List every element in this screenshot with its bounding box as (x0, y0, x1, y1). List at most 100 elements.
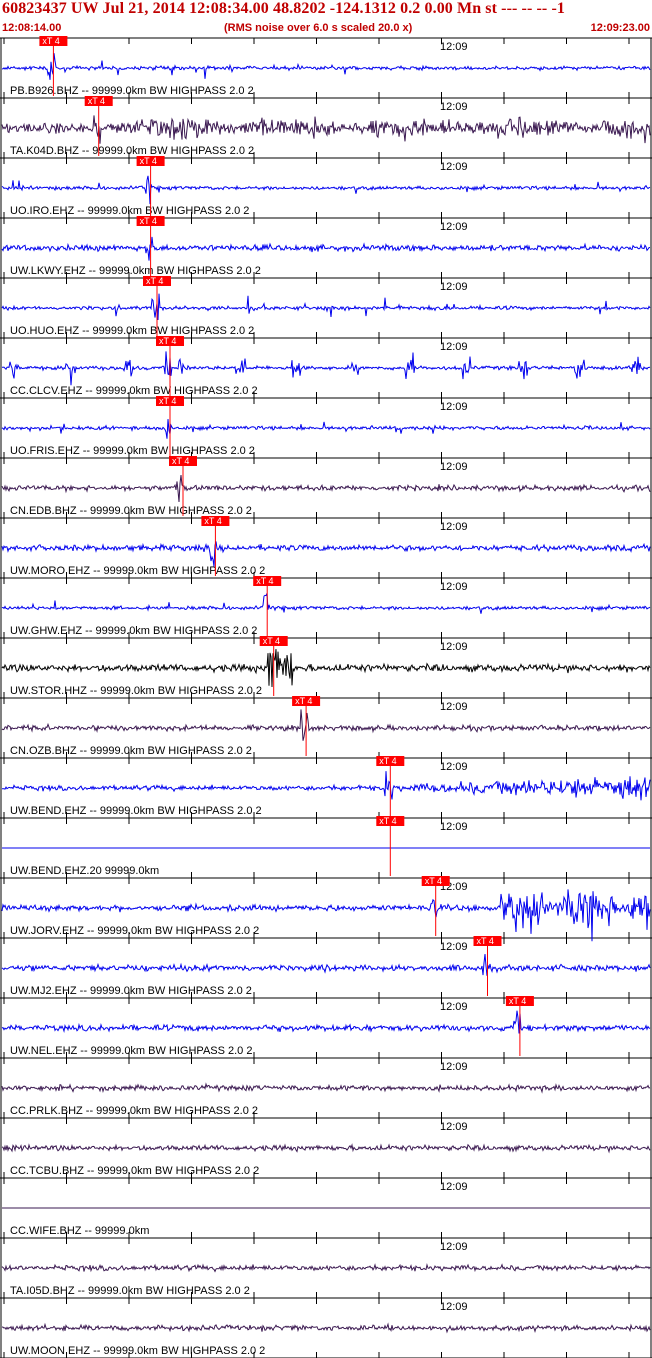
waveform (1, 953, 651, 976)
time-label: 12:09 (440, 1301, 468, 1313)
station-label: CC.WIFE.BHZ -- 99999.0km (10, 1225, 149, 1237)
trace-row: 12:09 UO.IRO.EHZ -- 99999.0km BW HIGHPASS… (0, 156, 652, 219)
station-label: CC.CLCV.EHZ -- 99999.0km BW HIGHPASS 2.0… (10, 385, 258, 397)
time-label: 12:09 (440, 341, 468, 353)
time-label: 12:09 (440, 101, 468, 113)
pick-label: xT 4 (295, 696, 312, 706)
trace-row: 12:09 UW.NEL.EHZ -- 99999.0km BW HIGHPASS… (0, 996, 652, 1059)
waveform (1, 649, 651, 688)
waveform (2, 351, 651, 386)
trace-row: 12:09UW.JORV.EHZ -- 99999.0km BW HIGHPAS… (0, 876, 652, 942)
seismogram-panel: 12:09 PB.B926.BHZ -- 99999.0km BW HIGHPAS… (0, 36, 652, 1358)
pick-label: xT 4 (425, 876, 442, 886)
station-label: TA.I05D.BHZ -- 99999.0km BW HIGHPASS 2.0… (10, 1285, 250, 1297)
time-label: 12:09 (440, 641, 468, 653)
station-label: UW.MJ2.EHZ -- 99999.0km BW HIGHPASS 2.0 … (10, 985, 252, 997)
waveform (1, 709, 651, 741)
waveform (1, 236, 651, 261)
trace-row: 12:09 UO.HUO.EHZ -- 99999.0km BW HIGHPASS… (0, 276, 652, 339)
pick-label: xT 4 (256, 576, 273, 586)
time-label: 12:09 (440, 221, 468, 233)
waveform (1, 1322, 651, 1334)
pick-label: xT 4 (140, 216, 157, 226)
trace-row: 12:09 PB.B926.BHZ -- 99999.0km BW HIGHPAS… (0, 36, 652, 99)
pick-label: xT 4 (379, 756, 396, 766)
station-label: CN.OZB.BHZ -- 99999.0km BW HIGHPASS 2.0 … (10, 745, 252, 757)
station-label: UW.NEL.EHZ -- 99999.0km BW HIGHPASS 2.0 … (10, 1045, 252, 1057)
pick-label: xT 4 (172, 456, 189, 466)
station-label: UO.IRO.EHZ -- 99999.0km BW HIGHPASS 2.0 … (10, 205, 249, 217)
time-label: 12:09 (440, 1121, 468, 1133)
trace-row: 12:09 UW.GHW.EHZ -- 99999.0km BW HIGHPASS… (0, 576, 652, 639)
trace-row: 12:09 UW.MOON.EHZ -- 99999.0km BW HIGHPAS… (0, 1298, 652, 1358)
station-label: UW.LKWY.EHZ -- 99999.0km BW HIGHPASS 2.0… (10, 265, 261, 277)
trace-row: 12:09 CC.TCBU.BHZ -- 99999.0km BW HIGHPAS… (0, 1118, 652, 1179)
waveform (1, 1143, 651, 1154)
time-label: 12:09 (440, 821, 468, 833)
time-label: 12:09 (440, 161, 468, 173)
trace-row: 12:09 TA.I05D.BHZ -- 99999.0km BW HIGHPAS… (0, 1238, 652, 1299)
waveform (1, 293, 651, 321)
station-label: TA.K04D.BHZ -- 99999.0km BW HIGHPASS 2.0… (10, 145, 254, 157)
pick-label: xT 4 (159, 336, 176, 346)
station-label: CC.TCBU.BHZ -- 99999.0km BW HIGHPASS 2.0… (10, 1165, 259, 1177)
time-label: 12:09 (440, 521, 468, 533)
trace-row: 12:09 CC.PRLK.BHZ -- 99999.0km BW HIGHPAS… (0, 1058, 652, 1119)
waveform (2, 53, 651, 80)
trace-row: 12:09 UW.BEND.EHZ.20 99999.0km xT 4 (0, 816, 652, 879)
time-label: 12:09 (440, 461, 468, 473)
time-label: 12:09 (440, 1001, 468, 1013)
pick-label: xT 4 (477, 936, 494, 946)
time-label: 12:09 (440, 701, 468, 713)
trace-row: 12:09 TA.K04D.BHZ -- 99999.0km BW HIGHPAS… (0, 96, 652, 159)
trace-row: 12:09CN.EDB.BHZ -- 99999.0km BW HIGHPASS… (0, 456, 652, 519)
station-label: UW.MORO.EHZ -- 99999.0km BW HIGHPASS 2.0… (10, 565, 265, 577)
time-label: 12:09 (440, 1181, 468, 1193)
time-label: 12:09 (440, 581, 468, 593)
trace-row: 12:09 UW.MORO.EHZ -- 99999.0km BW HIGHPAS… (0, 516, 652, 579)
station-label: UW.JORV.EHZ -- 99999.0km BW HIGHPASS 2.0… (10, 925, 259, 937)
trace-row: 12:09 CN.OZB.BHZ -- 99999.0km BW HIGHPASS… (0, 696, 652, 759)
time-label: 12:09 (440, 281, 468, 293)
waveform (1, 175, 651, 205)
station-label: UW.BEND.EHZ -- 99999.0km BW HIGHPASS 2.0… (10, 805, 262, 817)
time-label: 12:09 (440, 761, 468, 773)
station-label: PB.B926.BHZ -- 99999.0km BW HIGHPASS 2.0… (10, 85, 254, 97)
station-label: UW.GHW.EHZ -- 99999.0km BW HIGHPASS 2.0 … (10, 625, 257, 637)
trace-row: 12:09 UW.LKWY.EHZ -- 99999.0km BW HIGHPAS… (0, 216, 652, 279)
trace-row: 12:09 UW.MJ2.EHZ -- 99999.0km BW HIGHPASS… (0, 936, 652, 999)
station-label: UW.MOON.EHZ -- 99999.0km BW HIGHPASS 2.0… (10, 1345, 265, 1357)
trace-row: 12:09 UO.FRIS.EHZ -- 99999.0km BW HIGHPAS… (0, 396, 652, 459)
trace-row: 12:09 UW.STOR.HHZ -- 99999.0km BW HIGHPAS… (0, 636, 652, 699)
waveform (1, 541, 651, 567)
time-label: 12:09 (440, 941, 468, 953)
station-label: UO.FRIS.EHZ -- 99999.0km BW HIGHPASS 2.0… (10, 445, 255, 457)
time-label: 12:09 (440, 1061, 468, 1073)
time-label: 12:09 (440, 1241, 468, 1253)
waveform (1, 1010, 651, 1034)
station-label: CC.PRLK.BHZ -- 99999.0km BW HIGHPASS 2.0… (10, 1105, 258, 1117)
station-label: UO.HUO.EHZ -- 99999.0km BW HIGHPASS 2.0 … (10, 325, 254, 337)
waveform (1, 475, 651, 503)
trace-row: 12:09 CC.WIFE.BHZ -- 99999.0km (0, 1178, 652, 1239)
pick-label: xT 4 (140, 156, 157, 166)
waveform (2, 771, 651, 801)
waveform (1, 419, 651, 439)
waveform (1, 593, 651, 614)
pick-label: xT 4 (88, 96, 105, 106)
time-label: 12:09 (440, 401, 468, 413)
pick-label: xT 4 (42, 36, 59, 46)
waveform (1, 1262, 651, 1273)
time-label: 12:09 (440, 41, 468, 53)
pick-label: xT 4 (204, 516, 221, 526)
trace-row: 12:09 UW.BEND.EHZ -- 99999.0km BW HIGHPAS… (0, 756, 652, 819)
pick-label: xT 4 (379, 816, 396, 826)
pick-label: xT 4 (263, 636, 280, 646)
pick-label: xT 4 (159, 396, 176, 406)
station-label: UW.STOR.HHZ -- 99999.0km BW HIGHPASS 2.0… (10, 685, 262, 697)
pick-label: xT 4 (509, 996, 526, 1006)
station-label: UW.BEND.EHZ.20 99999.0km (10, 865, 159, 877)
pick-label: xT 4 (146, 276, 163, 286)
waveform (1, 1082, 651, 1094)
trace-row: 12:09 CC.CLCV.EHZ -- 99999.0km BW HIGHPAS… (0, 336, 652, 399)
